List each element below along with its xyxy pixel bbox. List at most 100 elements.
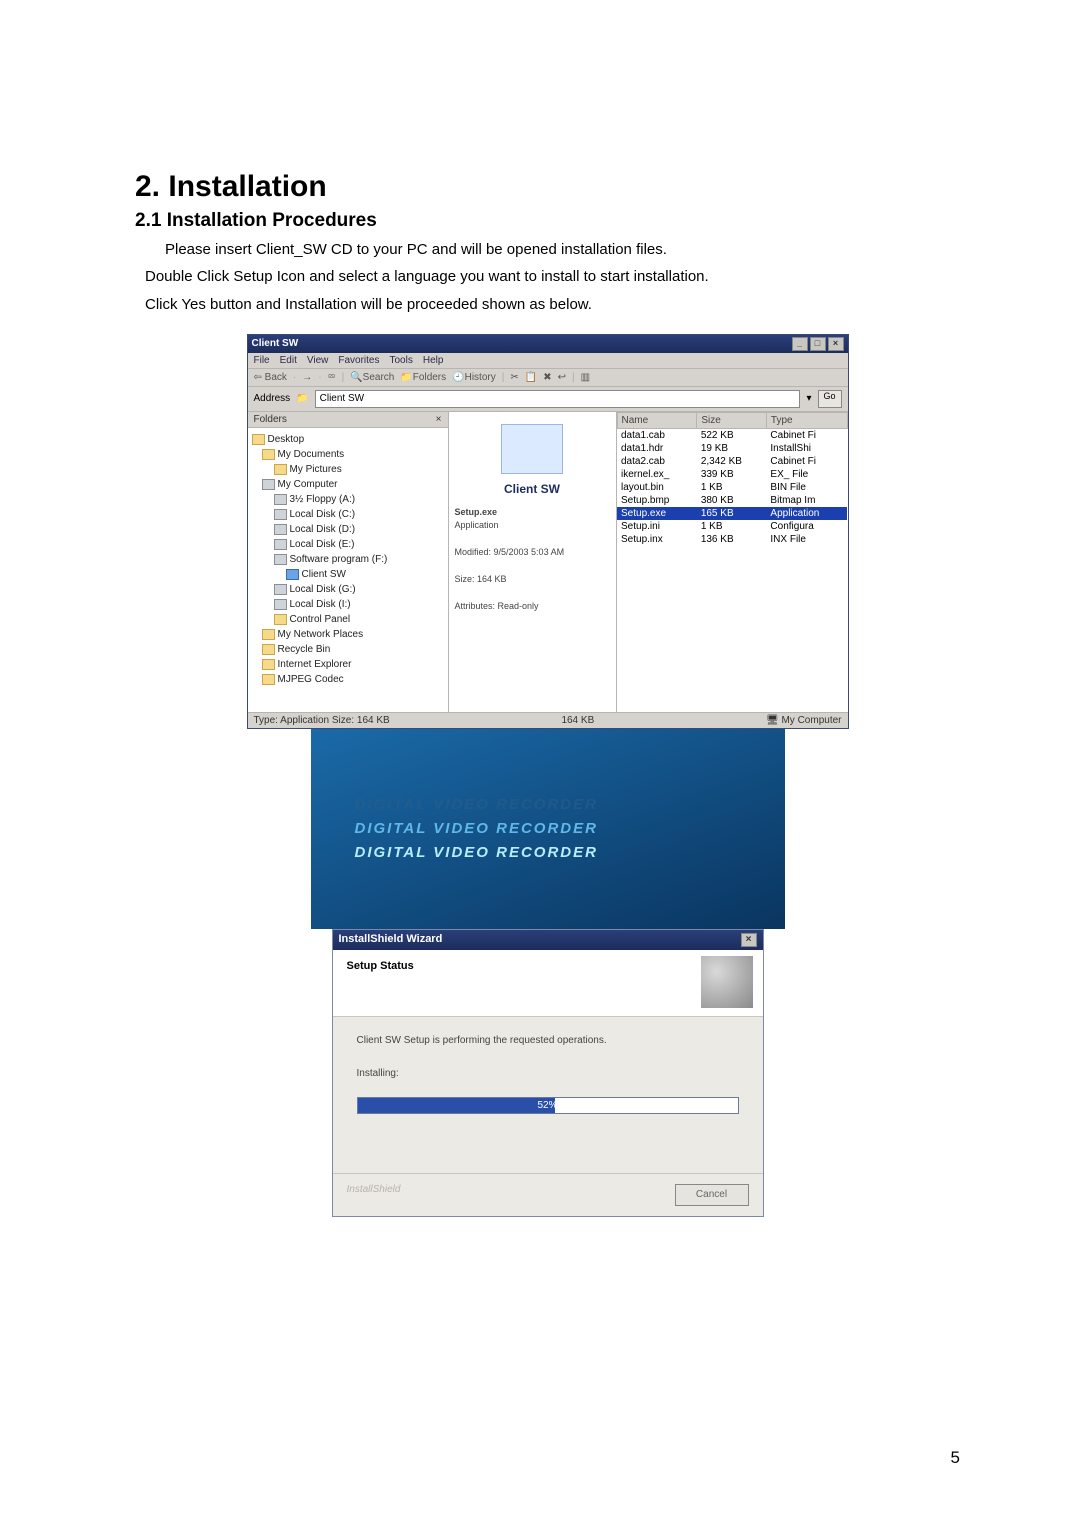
window-titlebar[interactable]: Client SW _ □ × [248,335,848,353]
preview-modified: Modified: 9/5/2003 5:03 AM [455,546,610,560]
tree-node[interactable]: My Pictures [252,462,444,477]
paragraph: Click Yes button and Installation will b… [135,293,960,316]
status-left: Type: Application Size: 164 KB [254,715,390,726]
wizard-installing-label: Installing: [357,1068,739,1079]
history-button[interactable]: 🕘History [452,372,496,383]
file-row[interactable]: ikernel.ex_339 KBEX_ File [617,468,847,481]
splash-text: DIGITAL VIDEO RECORDER [355,793,785,817]
progress-percent: 52% [537,1098,557,1113]
preview-pane: Client SW Setup.exe Application Modified… [449,412,617,712]
status-bar: Type: Application Size: 164 KB 164 KB 🖥 … [248,712,848,728]
search-button[interactable]: 🔍Search [350,372,394,383]
paragraph: Please insert Client_SW CD to your PC an… [135,238,960,261]
separator: · [293,372,296,383]
tree-node[interactable]: My Network Places [252,627,444,642]
wizard-titlebar[interactable]: InstallShield Wizard × [333,930,763,950]
views-icon[interactable]: ▥ [581,372,590,383]
wizard-title: InstallShield Wizard [339,933,443,947]
tree-node[interactable]: Client SW [252,567,444,582]
file-row[interactable]: data2.cab2,342 KBCabinet Fi [617,455,847,468]
preview-title: Client SW [455,482,610,496]
splash-text: DIGITAL VIDEO RECORDER [355,817,785,841]
file-row[interactable]: data1.hdr19 KBInstallShi [617,442,847,455]
maximize-icon[interactable]: □ [810,337,826,351]
splash-text: DIGITAL VIDEO RECORDER [355,841,785,865]
file-row[interactable]: layout.bin1 KBBIN File [617,481,847,494]
forward-button[interactable]: → [302,372,312,383]
preview-attributes: Attributes: Read-only [455,600,610,614]
menu-item[interactable]: Favorites [338,355,379,366]
file-row[interactable]: Setup.inx136 KBINX File [617,533,847,546]
tree-node[interactable]: Local Disk (C:) [252,507,444,522]
back-button[interactable]: ⇦ Back [254,372,287,383]
address-label: Address [254,393,291,404]
toolbar-icon[interactable]: ✖ [543,372,551,383]
column-header-name[interactable]: Name [617,412,697,428]
tree-node[interactable]: Internet Explorer [252,657,444,672]
progress-bar: 52% [357,1097,739,1114]
paragraph: Double Click Setup Icon and select a lan… [135,265,960,288]
toolbar-icon[interactable]: ✂ [510,372,518,383]
section-heading: 2. Installation [135,170,960,204]
close-icon[interactable]: × [741,933,757,947]
menu-bar: File Edit View Favorites Tools Help [248,353,848,369]
menu-item[interactable]: Edit [280,355,297,366]
file-row[interactable]: Setup.exe165 KBApplication [617,507,847,520]
separator: | [342,372,345,383]
file-row[interactable]: data1.cab522 KBCabinet Fi [617,428,847,442]
tree-node[interactable]: Recycle Bin [252,642,444,657]
splash-screen: DIGITAL VIDEO RECORDER DIGITAL VIDEO REC… [311,729,785,929]
tree-node[interactable]: Control Panel [252,612,444,627]
folder-tree[interactable]: DesktopMy DocumentsMy PicturesMy Compute… [248,428,448,691]
preview-type: Application [455,519,610,533]
folders-pane: Folders × DesktopMy DocumentsMy Pictures… [248,412,449,712]
separator: | [502,372,505,383]
up-icon[interactable]: ⮹ [328,372,336,383]
column-header-size[interactable]: Size [697,412,767,428]
preview-size: Size: 164 KB [455,573,610,587]
close-pane-icon[interactable]: × [436,414,442,425]
toolbar: ⇦ Back · → · ⮹ | 🔍Search 📁Folders 🕘Histo… [248,369,848,387]
cancel-button[interactable]: Cancel [675,1184,749,1206]
menu-item[interactable]: Help [423,355,444,366]
page-number: 5 [951,1448,960,1468]
minimize-icon[interactable]: _ [792,337,808,351]
tree-node[interactable]: Desktop [252,432,444,447]
tree-node[interactable]: Local Disk (E:) [252,537,444,552]
tree-node[interactable]: My Documents [252,447,444,462]
tree-node[interactable]: 3½ Floppy (A:) [252,492,444,507]
file-row[interactable]: Setup.ini1 KBConfigura [617,520,847,533]
wizard-header: Setup Status [347,960,749,972]
tree-node[interactable]: Local Disk (I:) [252,597,444,612]
separator: | [572,372,575,383]
tree-node[interactable]: Local Disk (G:) [252,582,444,597]
tree-node[interactable]: My Computer [252,477,444,492]
close-icon[interactable]: × [828,337,844,351]
tree-node[interactable]: Local Disk (D:) [252,522,444,537]
toolbar-icon[interactable]: 📋 [525,372,537,383]
status-location: 🖥 My Computer [766,715,842,726]
folder-preview-icon [501,424,563,474]
wizard-message: Client SW Setup is performing the reques… [357,1035,739,1046]
explorer-window: Client SW _ □ × File Edit View Favorites… [247,334,849,729]
column-header-type[interactable]: Type [766,412,847,428]
toolbar-icon[interactable]: ↩ [558,372,566,383]
tree-node[interactable]: MJPEG Codec [252,672,444,687]
progress-fill [358,1098,556,1113]
folder-icon: 📁 [296,393,308,404]
menu-item[interactable]: Tools [389,355,412,366]
address-input[interactable] [315,390,801,408]
menu-item[interactable]: View [307,355,329,366]
subsection-heading: 2.1 Installation Procedures [135,210,960,232]
file-list[interactable]: Name Size Type data1.cab522 KBCabinet Fi… [617,412,848,712]
tree-node[interactable]: Software program (F:) [252,552,444,567]
dropdown-icon[interactable]: ▾ [806,393,811,404]
go-button[interactable]: Go [818,390,842,408]
status-size: 164 KB [561,715,594,726]
install-wizard: InstallShield Wizard × Setup Status Clie… [332,929,764,1217]
address-bar: Address 📁 ▾ Go [248,387,848,412]
folders-button[interactable]: 📁Folders [400,372,446,383]
wizard-brand: InstallShield [347,1184,401,1206]
menu-item[interactable]: File [254,355,270,366]
file-row[interactable]: Setup.bmp380 KBBitmap Im [617,494,847,507]
